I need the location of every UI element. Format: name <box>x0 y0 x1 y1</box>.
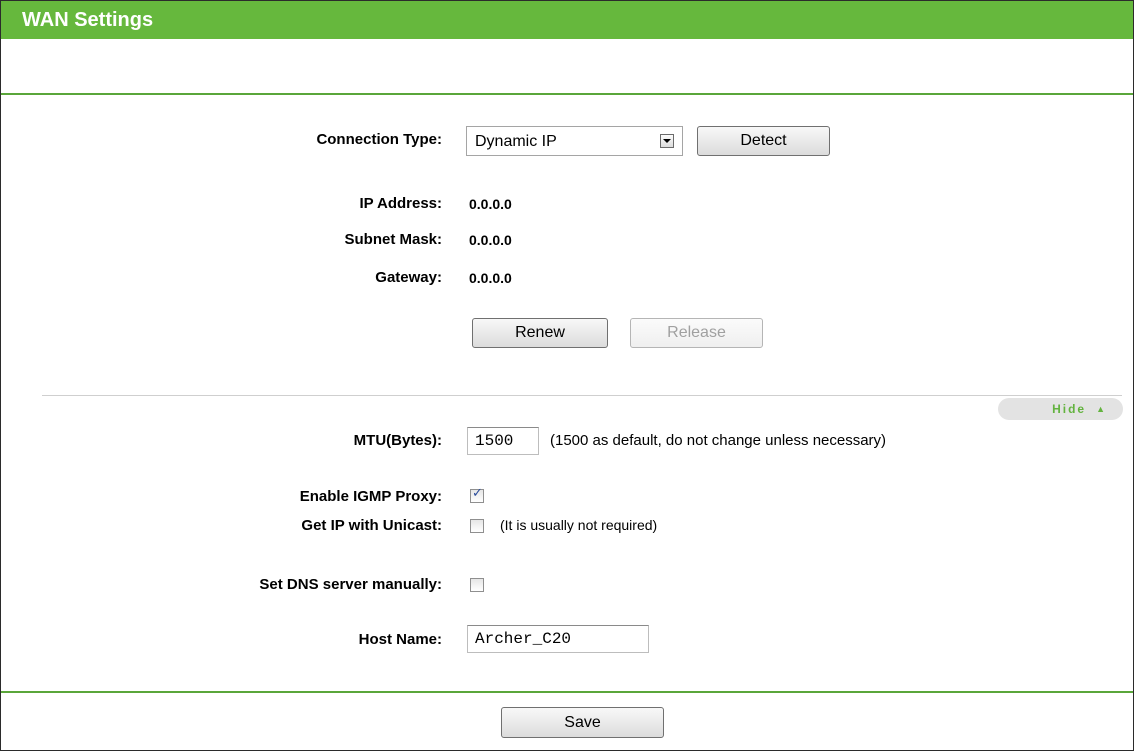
mtu-note: (1500 as default, do not change unless n… <box>550 432 887 449</box>
hide-toggle[interactable]: Hide ▲ <box>998 398 1123 420</box>
renew-button[interactable]: Renew <box>472 318 608 348</box>
bottom-divider <box>1 691 1133 693</box>
mtu-label: MTU(Bytes): <box>353 432 442 449</box>
host-name-input[interactable] <box>467 625 649 653</box>
connection-type-value: Dynamic IP <box>475 133 557 150</box>
ip-address-label: IP Address: <box>359 195 442 212</box>
subnet-mask-value: 0.0.0.0 <box>469 232 512 248</box>
save-button[interactable]: Save <box>501 707 664 738</box>
section-divider <box>42 395 1122 396</box>
ip-address-value: 0.0.0.0 <box>469 196 512 212</box>
page-title: WAN Settings <box>22 9 154 31</box>
gateway-label: Gateway: <box>375 269 442 286</box>
top-divider <box>1 93 1133 95</box>
title-bar: WAN Settings <box>1 1 1133 39</box>
gateway-value: 0.0.0.0 <box>469 270 512 286</box>
connection-type-select[interactable]: Dynamic IP <box>466 126 683 156</box>
unicast-note: (It is usually not required) <box>500 517 658 533</box>
hide-label: Hide <box>1052 402 1087 416</box>
unicast-checkbox[interactable] <box>470 519 484 533</box>
unicast-label: Get IP with Unicast: <box>301 517 442 534</box>
dns-manual-checkbox[interactable] <box>470 578 484 592</box>
subnet-mask-label: Subnet Mask: <box>344 231 442 248</box>
host-name-label: Host Name: <box>358 631 442 648</box>
mtu-input[interactable] <box>467 427 539 455</box>
dns-manual-label: Set DNS server manually: <box>259 576 442 593</box>
igmp-proxy-checkbox[interactable] <box>470 486 484 503</box>
detect-button[interactable]: Detect <box>697 126 830 156</box>
igmp-proxy-label: Enable IGMP Proxy: <box>299 488 442 505</box>
connection-type-label: Connection Type: <box>316 131 442 148</box>
release-button: Release <box>630 318 763 348</box>
chevron-down-icon[interactable] <box>660 134 674 148</box>
chevron-up-icon: ▲ <box>1096 404 1107 414</box>
